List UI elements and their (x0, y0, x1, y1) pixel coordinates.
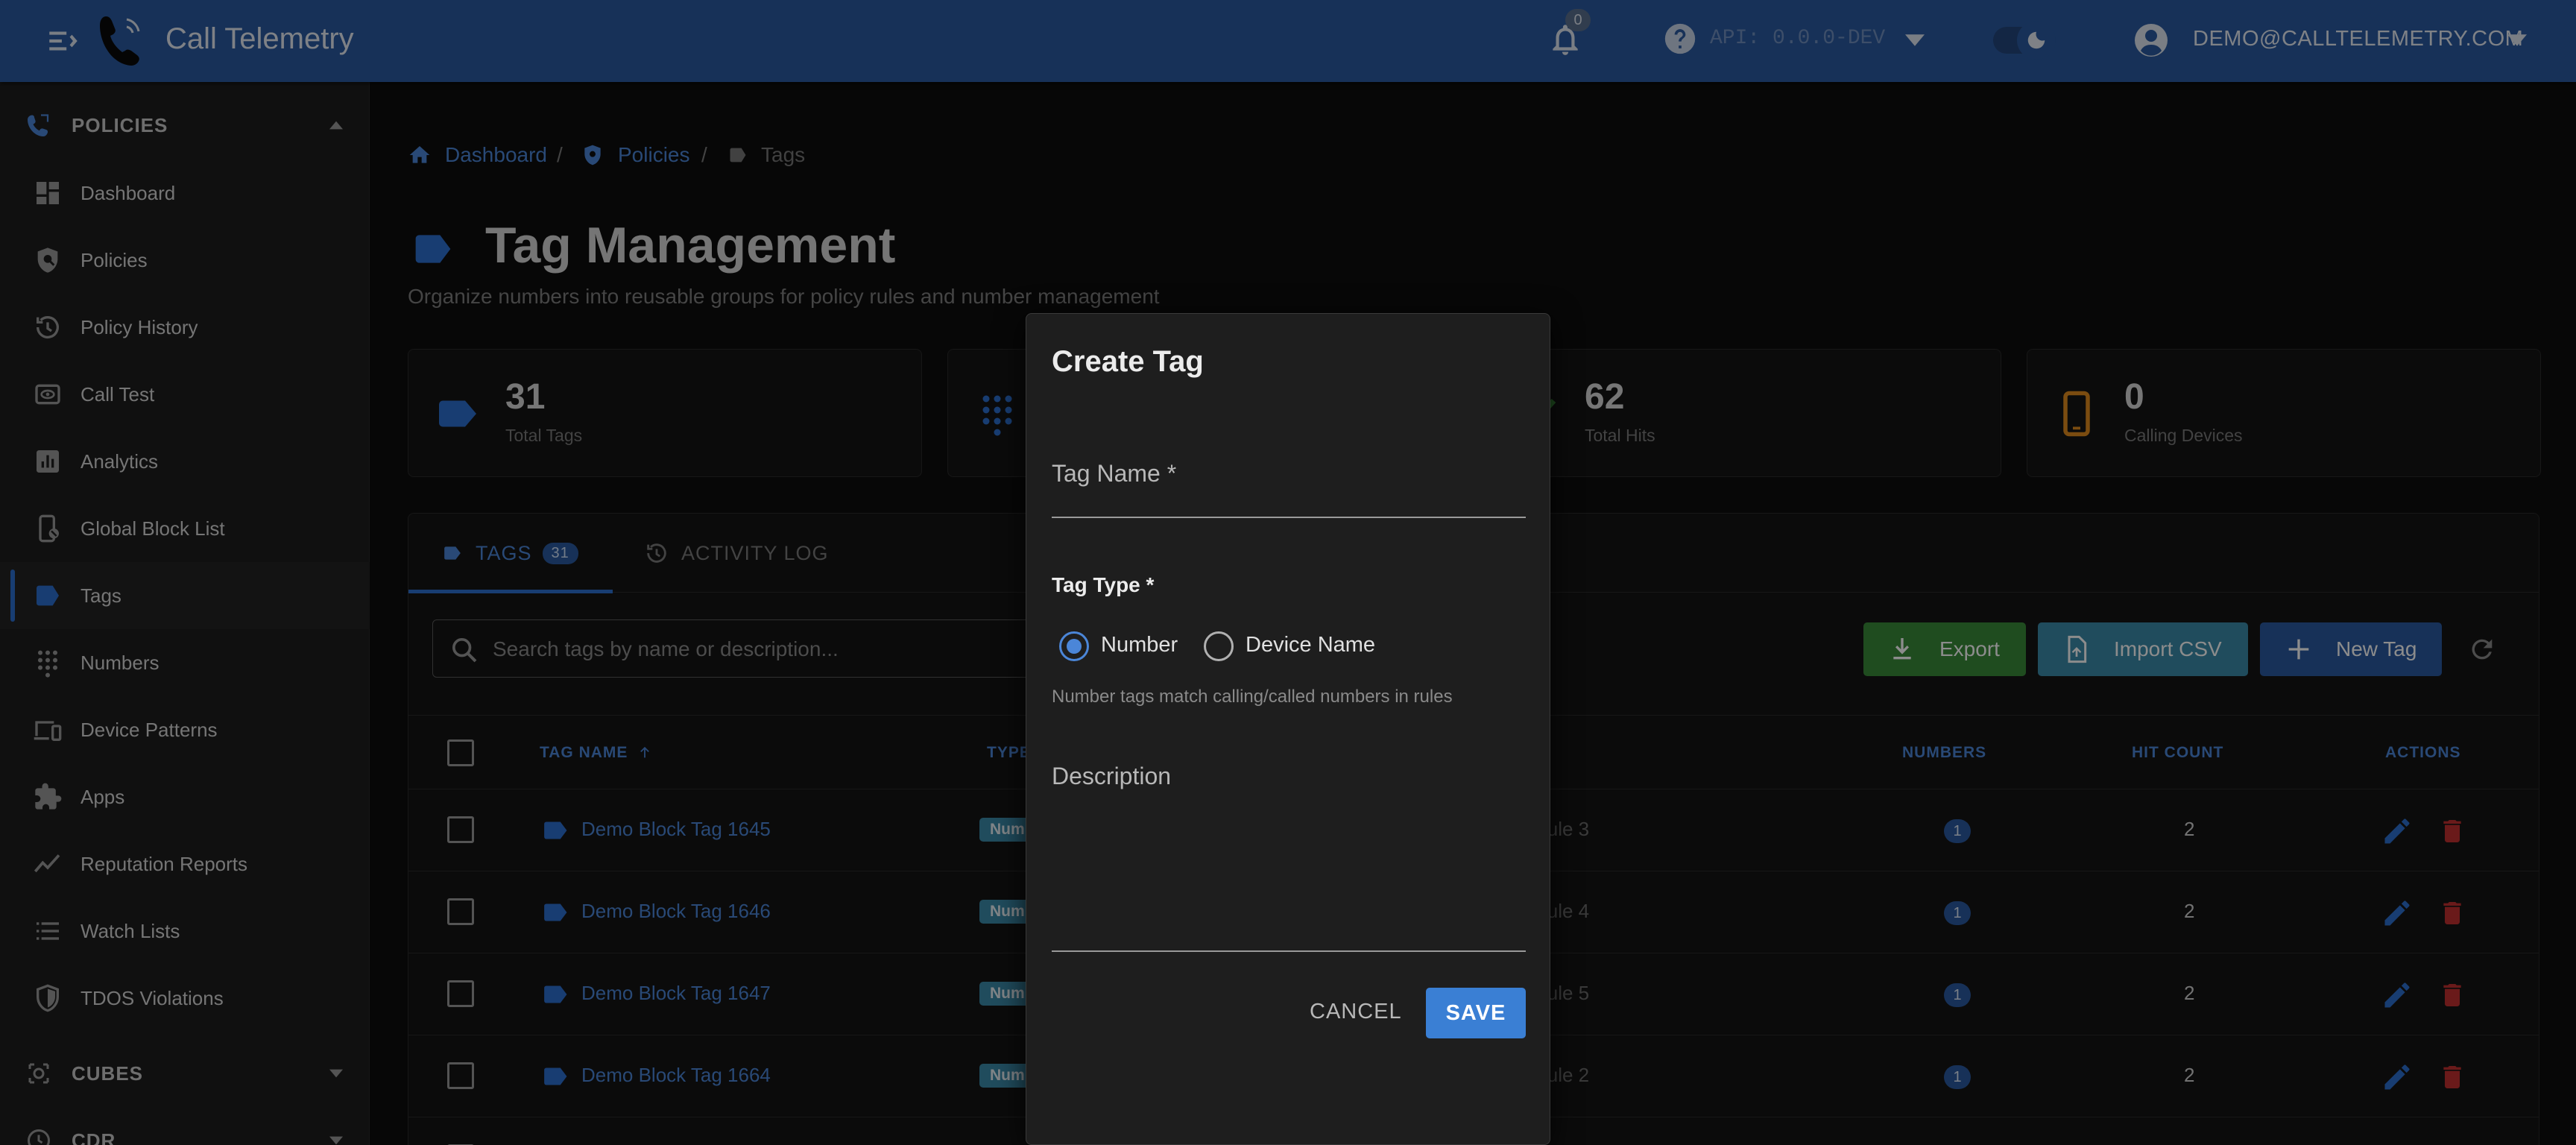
tag-name-underline (1052, 517, 1526, 518)
tag-name-label: Tag Name * (1052, 460, 1177, 487)
tag-type-label: Tag Type * (1052, 573, 1155, 596)
description-label: Description (1052, 763, 1172, 789)
description-textarea[interactable] (1052, 795, 1526, 952)
dialog-title: Create Tag (1052, 345, 1204, 378)
radio-number-label[interactable]: Number (1101, 633, 1178, 657)
radio-number[interactable] (1059, 631, 1089, 661)
cancel-button[interactable]: CANCEL (1295, 985, 1417, 1038)
radio-device-name[interactable] (1204, 631, 1234, 661)
tag-type-hint: Number tags match calling/called numbers… (1052, 687, 1453, 707)
save-button[interactable]: SAVE (1426, 988, 1526, 1038)
create-tag-dialog: Create Tag Tag Name * Tag Type * Number … (1026, 313, 1550, 1145)
tag-name-input[interactable] (1052, 487, 1526, 515)
radio-device-name-label[interactable]: Device Name (1246, 633, 1375, 657)
